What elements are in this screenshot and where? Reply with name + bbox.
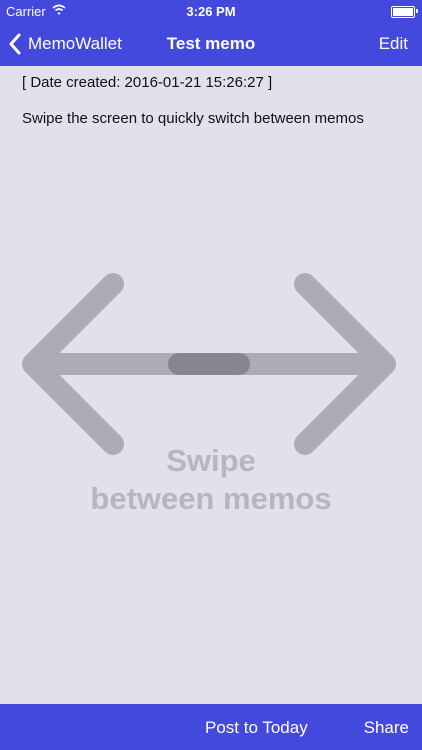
share-button[interactable]: Share: [364, 718, 409, 738]
double-arrow-icon: [22, 273, 396, 455]
swipe-hint-line1: Swipe: [166, 443, 256, 478]
page-title: Test memo: [166, 34, 256, 53]
status-time: 3:26 PM: [186, 4, 236, 19]
status-bar: Carrier 3:26 PM: [0, 0, 422, 22]
post-to-today-button[interactable]: Post to Today: [205, 718, 308, 738]
battery-tip: [416, 9, 418, 13]
memo-content[interactable]: [ Date created: 2016-01-21 15:26:27 ] Sw…: [0, 66, 422, 704]
bottom-toolbar: Post to Today Share: [0, 704, 422, 750]
navigation-bar: MemoWallet Test memo Edit: [0, 22, 422, 66]
edit-button[interactable]: Edit: [379, 34, 408, 54]
swipe-hint-line2: between memos: [90, 481, 332, 516]
battery-icon: [391, 6, 415, 18]
